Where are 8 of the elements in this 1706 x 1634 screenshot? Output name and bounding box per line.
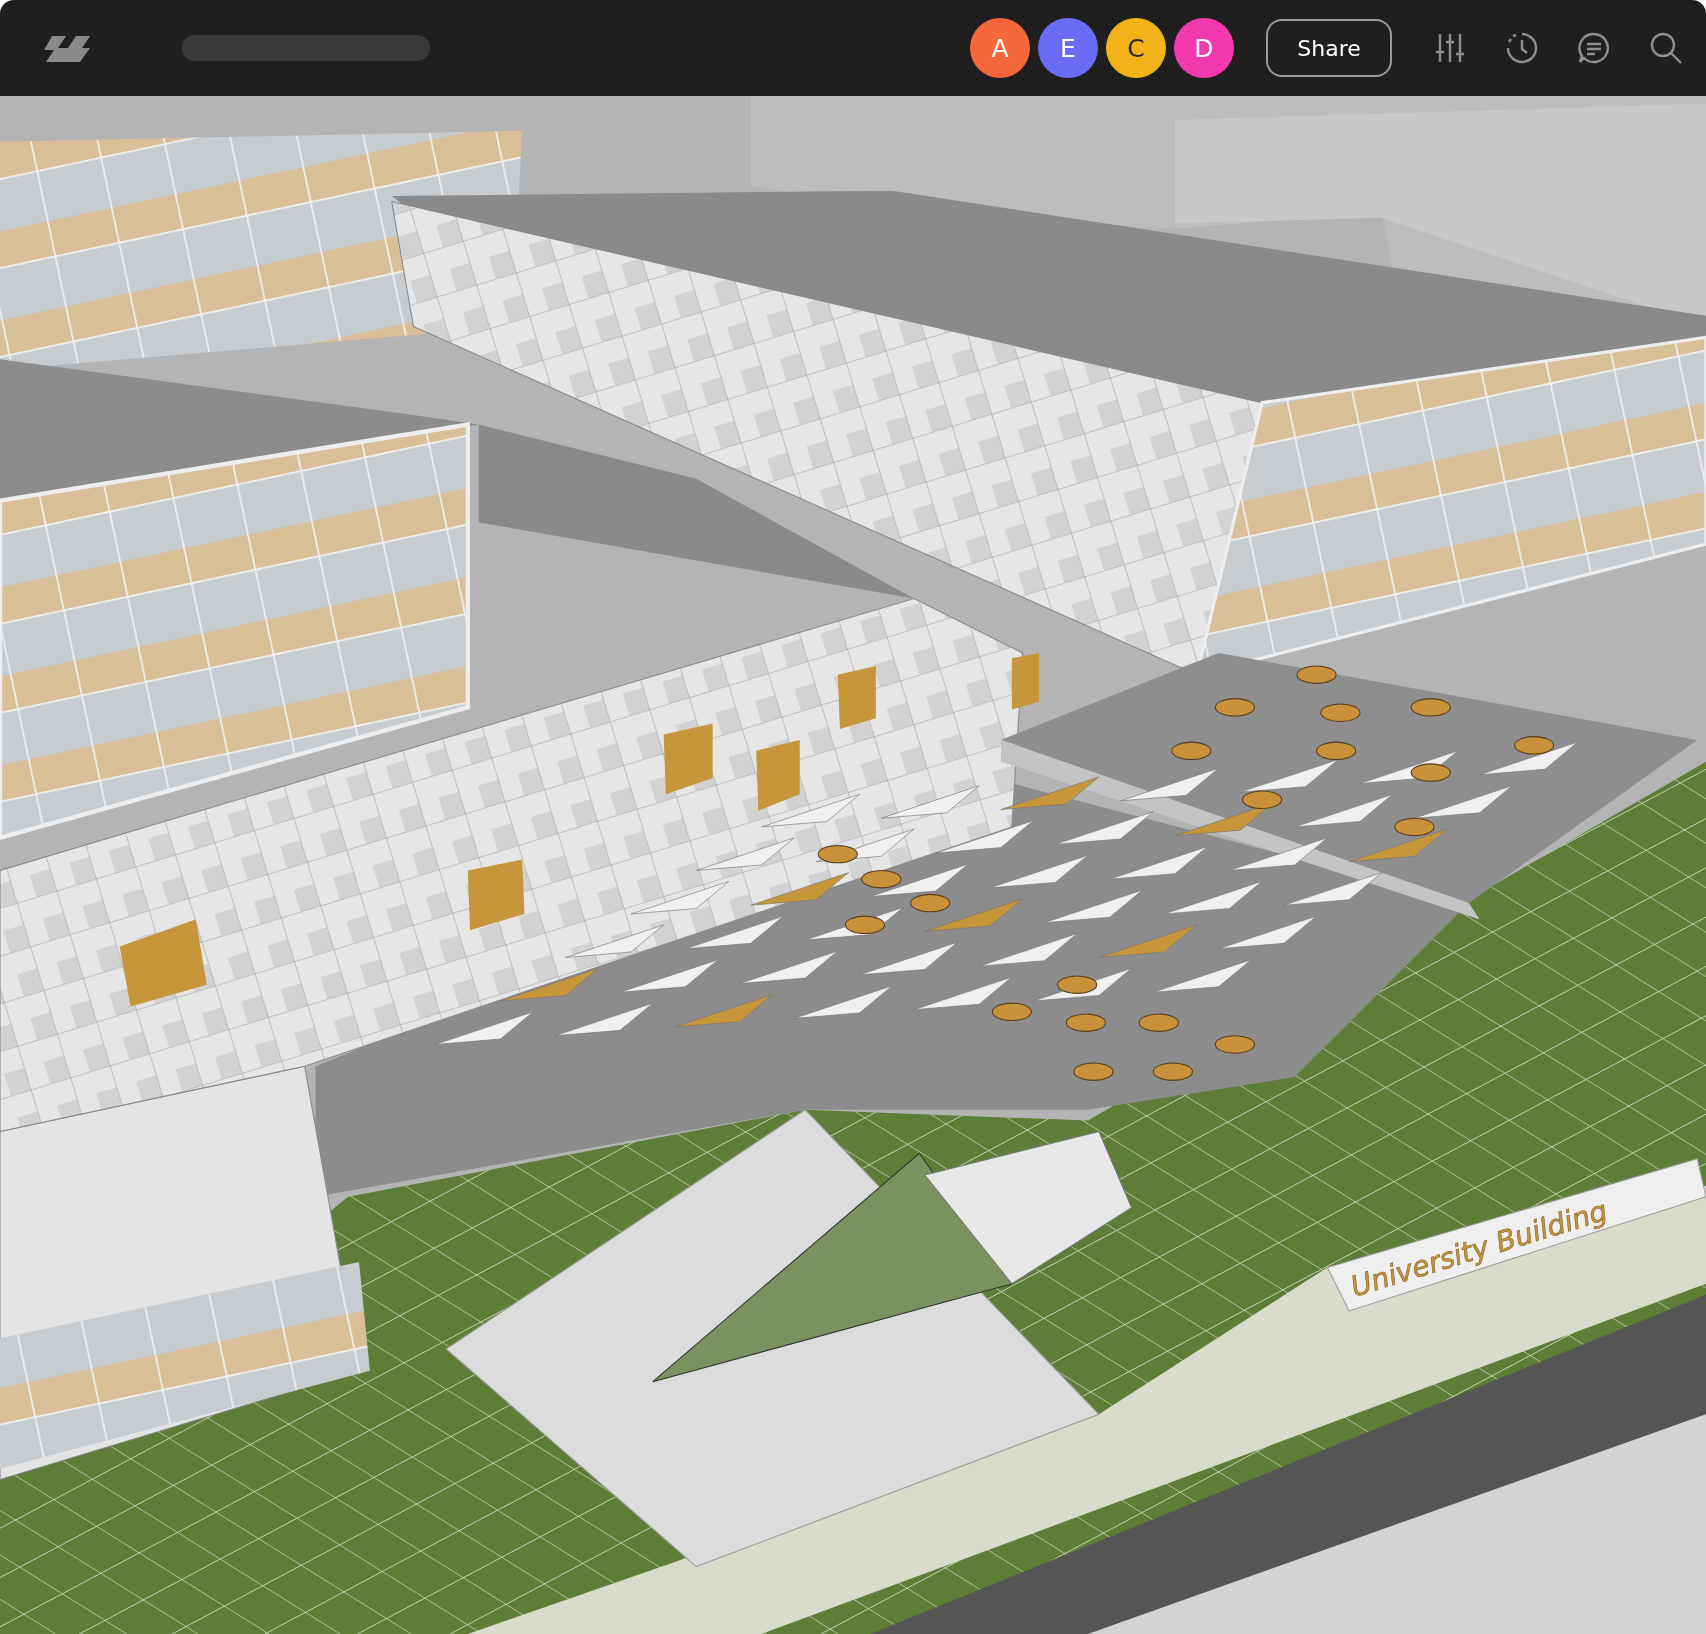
user-avatar[interactable]: C <box>1106 18 1166 78</box>
user-avatar[interactable]: E <box>1038 18 1098 78</box>
user-avatar[interactable]: D <box>1174 18 1234 78</box>
user-avatar[interactable]: A <box>970 18 1030 78</box>
comment-icon[interactable] <box>1576 30 1612 66</box>
search-icon[interactable] <box>1648 30 1684 66</box>
share-button[interactable]: Share <box>1266 19 1392 77</box>
history-icon[interactable] <box>1504 30 1540 66</box>
